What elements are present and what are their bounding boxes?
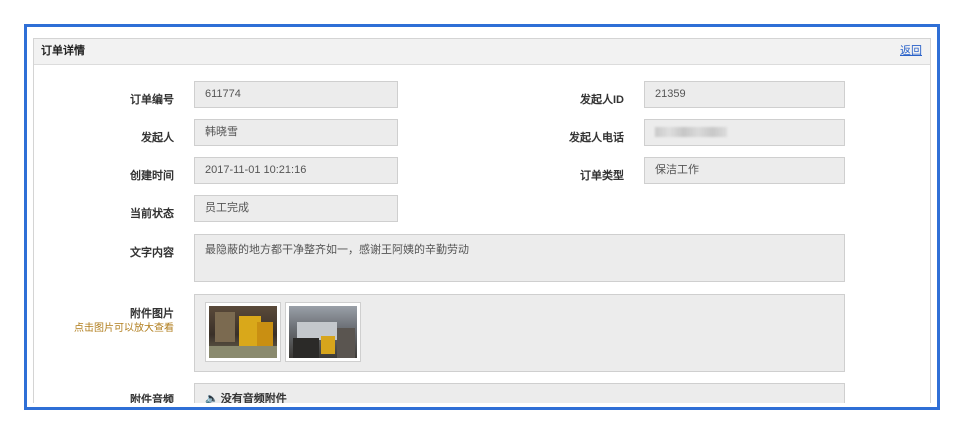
initiator-phone-field[interactable] xyxy=(644,119,845,146)
initiator-id-field[interactable]: 21359 xyxy=(644,81,845,108)
created-time-field[interactable]: 2017-11-01 10:21:16 xyxy=(194,157,398,184)
status-label: 当前状态 xyxy=(130,208,174,220)
back-link[interactable]: 返回 xyxy=(900,39,922,64)
masked-phone-value xyxy=(655,127,727,138)
initiator-id-label: 发起人ID xyxy=(580,94,624,106)
photo-detail xyxy=(293,338,319,358)
attachment-images-box xyxy=(194,294,845,372)
image-thumbnail-2-preview xyxy=(289,306,357,358)
order-detail-panel: 订单详情 返回 订单编号 611774 发起人ID 21359 发起人 韩晓雪 … xyxy=(33,38,931,403)
image-thumbnail-1-preview xyxy=(209,306,277,358)
initiator-phone-label: 发起人电话 xyxy=(569,132,624,144)
attachment-images-label-group: 附件图片 点击图片可以放大查看 xyxy=(54,305,174,335)
attachment-audio-box: 🔈 没有音频附件 xyxy=(194,383,845,403)
image-thumbnail-2[interactable] xyxy=(285,302,361,362)
initiator-label: 发起人 xyxy=(141,132,174,144)
order-type-field[interactable]: 保洁工作 xyxy=(644,157,845,184)
content-frame: 订单详情 返回 订单编号 611774 发起人ID 21359 发起人 韩晓雪 … xyxy=(24,24,940,410)
order-no-field[interactable]: 611774 xyxy=(194,81,398,108)
attachment-images-hint: 点击图片可以放大查看 xyxy=(74,323,174,334)
initiator-field[interactable]: 韩晓雪 xyxy=(194,119,398,146)
text-content-label: 文字内容 xyxy=(130,247,174,259)
text-content-field[interactable]: 最隐蔽的地方都干净整齐如一，感谢王阿姨的辛勤劳动 xyxy=(194,234,845,282)
panel-header: 订单详情 返回 xyxy=(34,39,930,65)
order-type-label: 订单类型 xyxy=(580,170,624,182)
attachment-audio-label: 附件音频 xyxy=(130,394,174,403)
volume-icon: 🔈 xyxy=(205,393,219,403)
panel-title: 订单详情 xyxy=(41,45,85,57)
image-thumbnail-1[interactable] xyxy=(205,302,281,362)
photo-detail xyxy=(215,312,235,342)
status-field[interactable]: 员工完成 xyxy=(194,195,398,222)
photo-detail xyxy=(337,328,355,358)
order-no-label: 订单编号 xyxy=(130,94,174,106)
photo-detail xyxy=(321,336,335,354)
no-audio-text: 没有音频附件 xyxy=(220,393,287,403)
photo-detail xyxy=(209,346,277,358)
created-time-label: 创建时间 xyxy=(130,170,174,182)
